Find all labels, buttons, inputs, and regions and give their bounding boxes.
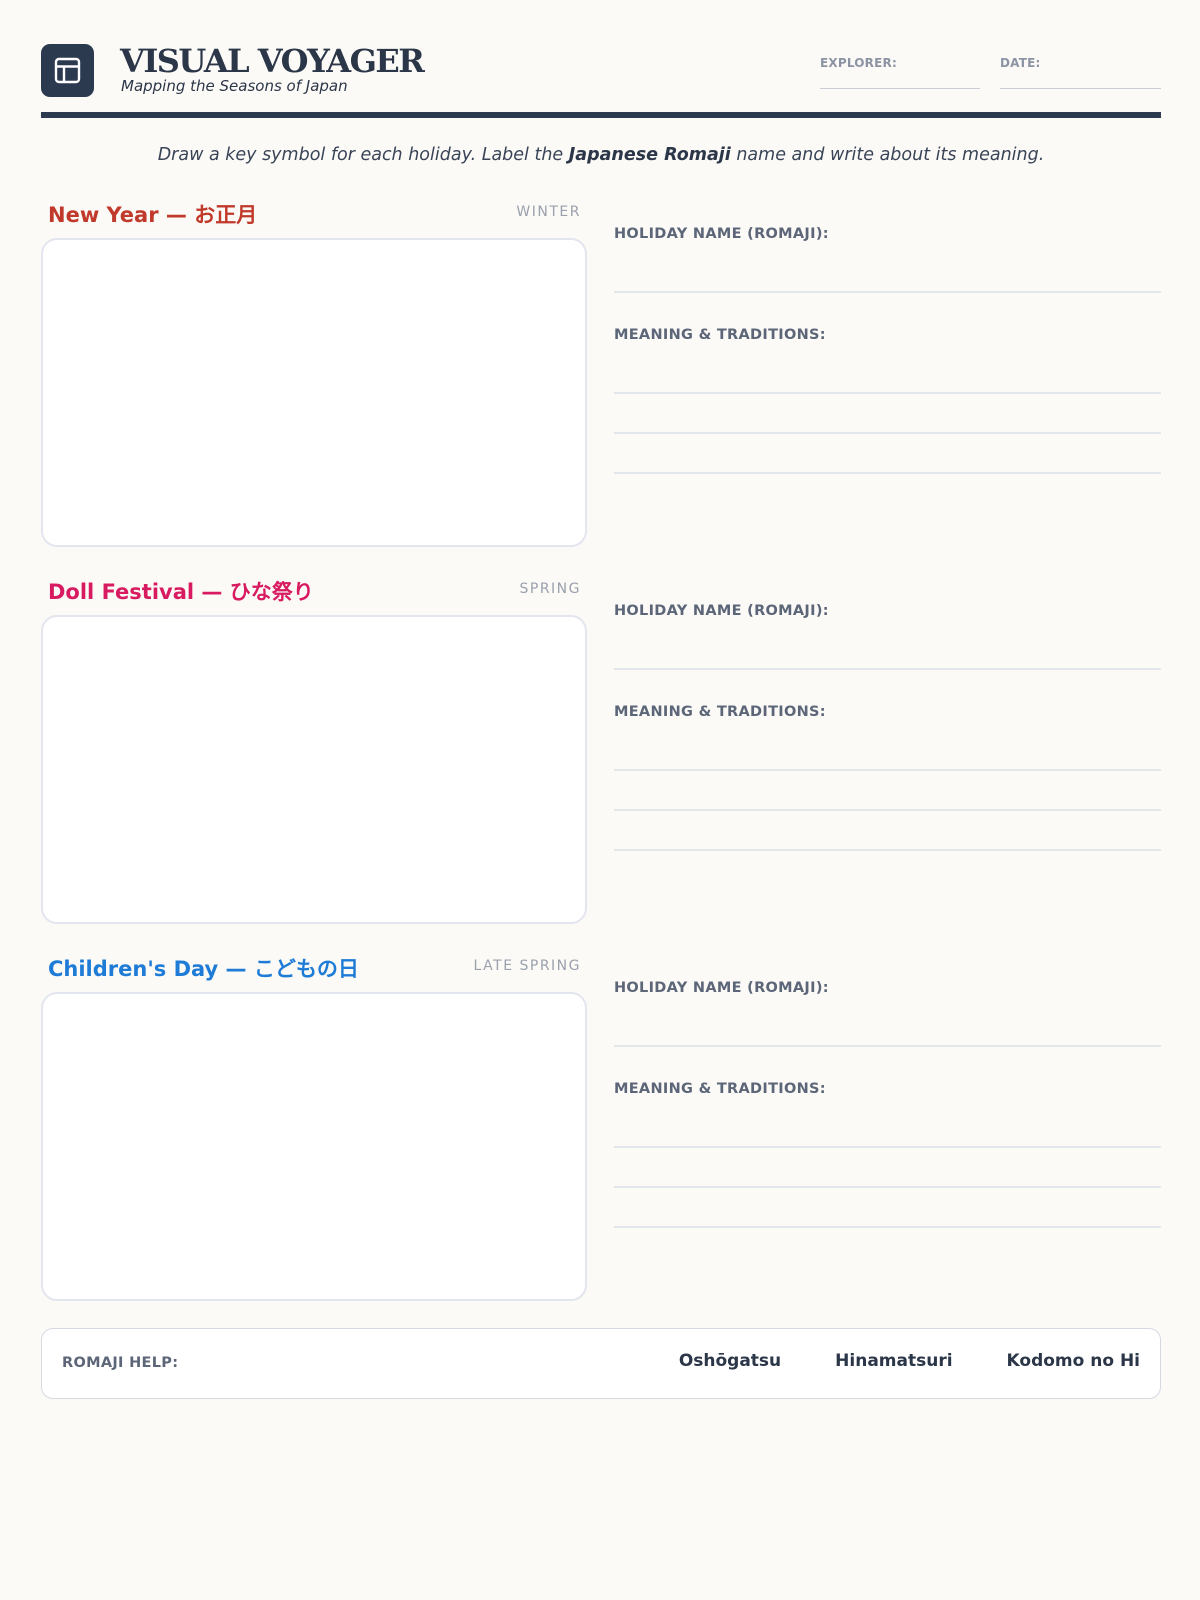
holiday-name-line[interactable] — [614, 291, 1161, 293]
header-divider — [41, 112, 1161, 118]
romaji-help-bar: ROMAJI HELP: Oshōgatsu Hinamatsuri Kodom… — [41, 1328, 1161, 1399]
instructions-bold: Japanese Romaji — [568, 145, 731, 165]
holiday-name-label: HOLIDAY NAME (ROMAJI): — [614, 603, 829, 619]
instructions: Draw a key symbol for each holiday. Labe… — [41, 145, 1161, 165]
date-field[interactable]: DATE: — [1000, 52, 1161, 89]
meaning-line[interactable] — [614, 1226, 1161, 1228]
date-label: DATE: — [1000, 56, 1041, 70]
explorer-label: EXPLORER: — [820, 56, 897, 70]
section-title: Children's Day — こどもの日 — [48, 957, 359, 981]
header: VISUAL VOYAGER Mapping the Seasons of Ja… — [41, 42, 1161, 100]
holiday-section-childrens-day: Children's Day — こどもの日 LATE SPRING HOLID… — [41, 953, 1161, 1303]
holiday-name-line[interactable] — [614, 1045, 1161, 1047]
meaning-line[interactable] — [614, 432, 1161, 434]
meaning-line[interactable] — [614, 392, 1161, 394]
layout-icon — [54, 57, 81, 84]
meaning-label: MEANING & TRADITIONS: — [614, 1081, 826, 1097]
explorer-field[interactable]: EXPLORER: — [820, 52, 980, 89]
logo — [41, 44, 94, 97]
romaji-term: Kodomo no Hi — [1006, 1351, 1140, 1371]
holiday-name-line[interactable] — [614, 668, 1161, 670]
meaning-line[interactable] — [614, 809, 1161, 811]
season-label: WINTER — [516, 204, 581, 220]
brand-title: VISUAL VOYAGER — [120, 42, 425, 80]
meaning-line[interactable] — [614, 849, 1161, 851]
meaning-label: MEANING & TRADITIONS: — [614, 704, 826, 720]
meaning-line[interactable] — [614, 1146, 1161, 1148]
instructions-text-2: name and write about its meaning. — [730, 145, 1045, 165]
drawing-area[interactable] — [41, 615, 587, 924]
drawing-area[interactable] — [41, 992, 587, 1301]
section-title: New Year — お正月 — [48, 203, 258, 227]
meaning-line[interactable] — [614, 769, 1161, 771]
season-label: SPRING — [519, 581, 581, 597]
holiday-name-label: HOLIDAY NAME (ROMAJI): — [614, 980, 829, 996]
instructions-text-1: Draw a key symbol for each holiday. Labe… — [157, 145, 569, 165]
meaning-label: MEANING & TRADITIONS: — [614, 327, 826, 343]
holiday-name-label: HOLIDAY NAME (ROMAJI): — [614, 226, 829, 242]
meaning-line[interactable] — [614, 1186, 1161, 1188]
meaning-line[interactable] — [614, 472, 1161, 474]
drawing-area[interactable] — [41, 238, 587, 547]
brand-subtitle: Mapping the Seasons of Japan — [121, 77, 348, 95]
holiday-section-new-year: New Year — お正月 WINTER HOLIDAY NAME (ROMA… — [41, 199, 1161, 549]
holiday-section-doll-festival: Doll Festival — ひな祭り SPRING HOLIDAY NAME… — [41, 576, 1161, 926]
romaji-help-terms: Oshōgatsu Hinamatsuri Kodomo no Hi — [679, 1351, 1140, 1371]
romaji-term: Oshōgatsu — [678, 1351, 782, 1371]
romaji-help-label: ROMAJI HELP: — [62, 1355, 179, 1371]
section-title: Doll Festival — ひな祭り — [48, 580, 314, 604]
season-label: LATE SPRING — [473, 958, 581, 974]
romaji-term: Hinamatsuri — [835, 1351, 953, 1371]
